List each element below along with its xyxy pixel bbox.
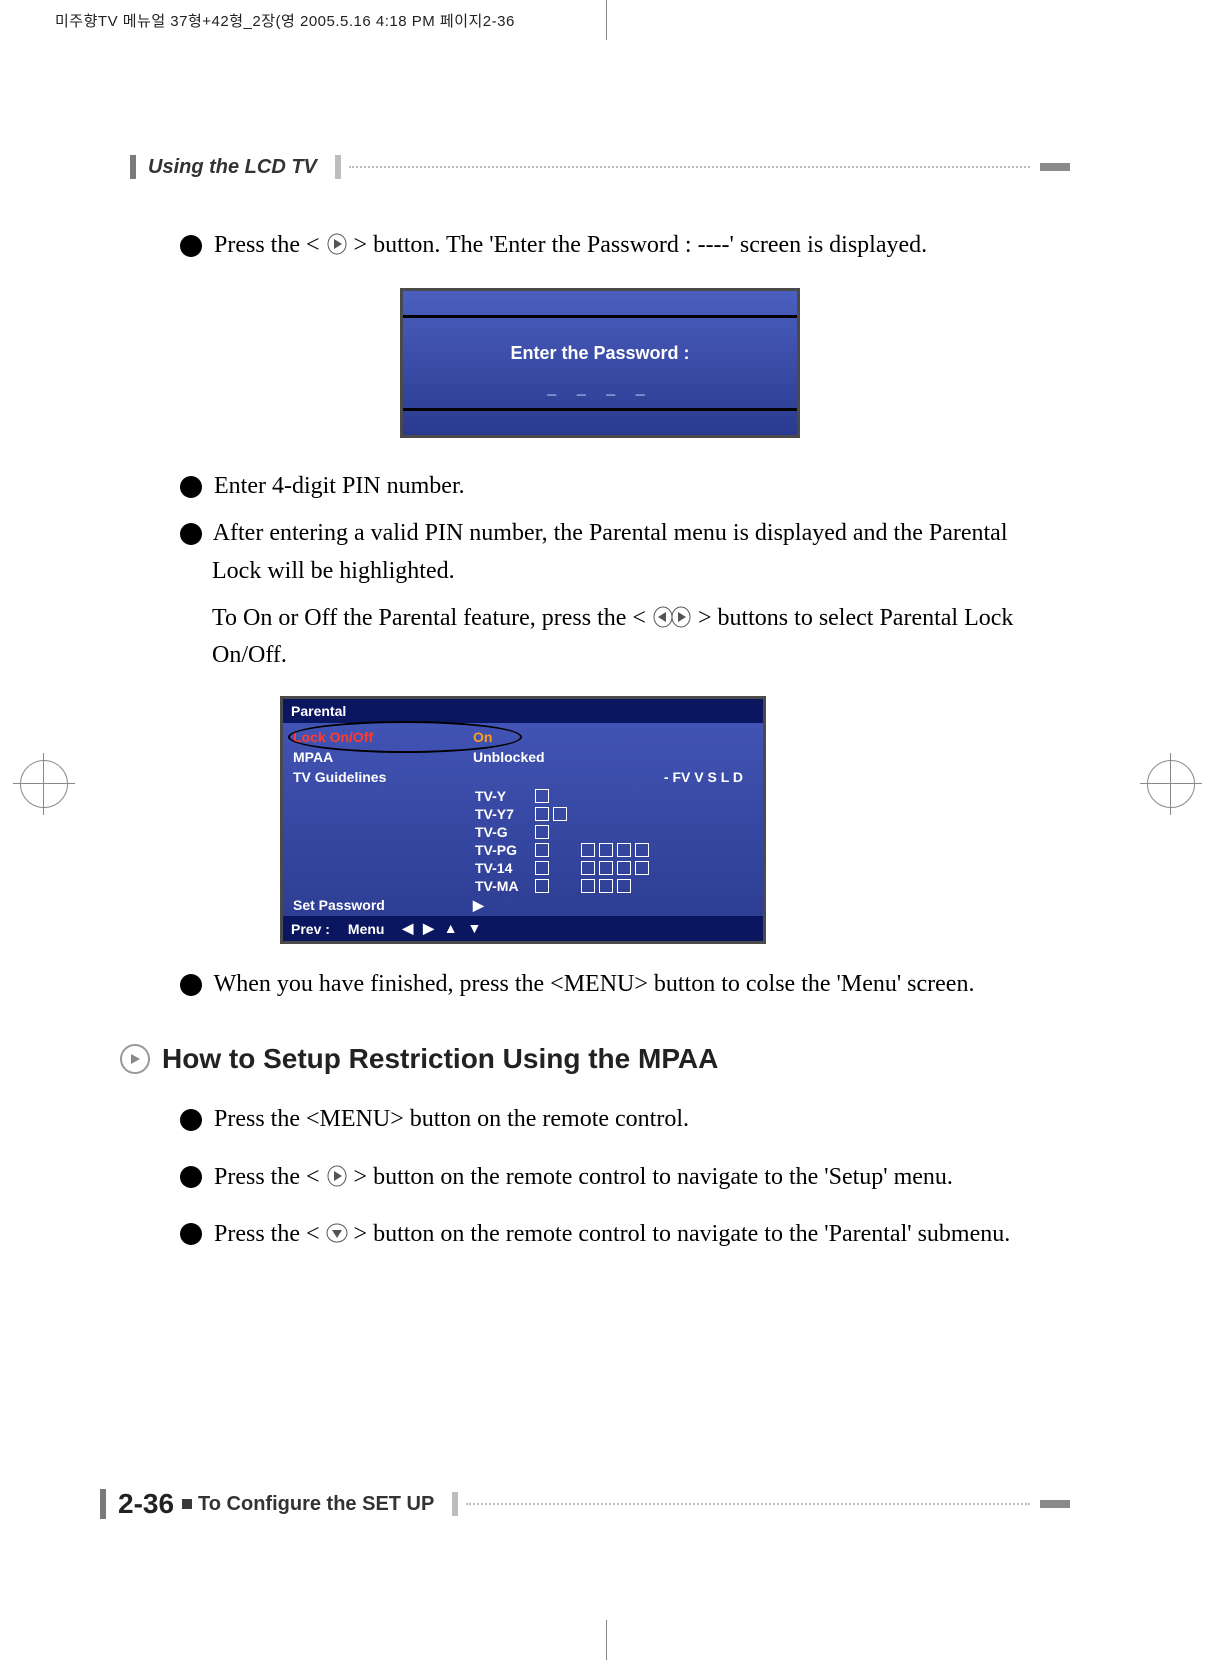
menu-row-lock: Lock On/Off On — [283, 727, 763, 747]
step-6: 6 After entering a valid PIN number, the… — [180, 515, 1040, 589]
content-area: Using the LCD TV 4 Press the < > button.… — [130, 155, 1070, 1263]
row-value: - FV V S L D — [473, 769, 753, 785]
step-bullet-1: 1 — [180, 1109, 202, 1131]
page-number: 2-36 — [118, 1488, 174, 1520]
row-label: Set Password — [293, 897, 473, 914]
row-value: On — [473, 729, 753, 745]
footer-text: To Configure the SET UP — [198, 1493, 434, 1516]
decor-bar — [1040, 1500, 1070, 1508]
decor-bar — [100, 1489, 106, 1519]
step-text: When you have finished, press the <MENU>… — [214, 971, 975, 997]
sub-bullet-icon — [120, 1044, 150, 1074]
crop-mark — [606, 0, 607, 40]
step-bullet-6: 6 — [180, 523, 202, 545]
step-bullet-5: 5 — [180, 476, 202, 498]
step-bullet-4: 4 — [180, 235, 202, 257]
row-label: Lock On/Off — [293, 729, 473, 745]
registration-mark — [20, 760, 68, 808]
decor-dots — [466, 1503, 1030, 1505]
step-text: Enter 4-digit PIN number. — [214, 473, 465, 499]
menu-row-setpw: Set Password ▶ — [283, 895, 763, 916]
step-text: > button. The 'Enter the Password : ----… — [354, 232, 928, 258]
page: 미주향TV 메뉴얼 37형+42형_2장(영 2005.5.16 4:18 PM… — [0, 0, 1215, 1660]
step-6b: To On or Off the Parental feature, press… — [180, 600, 1040, 674]
decor-bar — [130, 155, 136, 179]
tv-rating-row: TV-14 — [283, 859, 763, 877]
ch-down-icon — [326, 1222, 348, 1244]
decor-bar — [335, 155, 341, 179]
step-text: After entering a valid PIN number, the P… — [212, 520, 1008, 583]
tv-rating-label: TV-G — [475, 824, 535, 840]
decor-bar — [1040, 163, 1070, 171]
step-text: Press the < — [214, 232, 320, 258]
tv-rating-label: TV-PG — [475, 842, 535, 858]
tv-rating-row: TV-Y7 — [283, 805, 763, 823]
menu-footer: Prev : Menu ◀ ▶ ▲ ▼ — [283, 916, 763, 941]
step-bullet-2: 2 — [180, 1166, 202, 1188]
row-value: ▶ — [473, 897, 753, 914]
tv-rating-label: TV-Y — [475, 788, 535, 804]
step-bullet-7: 7 — [180, 974, 202, 996]
row-label: MPAA — [293, 749, 473, 765]
parental-menu-screen: Parental Lock On/Off On MPAA Unblocked T… — [280, 696, 766, 944]
sub-heading-title: How to Setup Restriction Using the MPAA — [162, 1043, 718, 1075]
menu-row-mpaa: MPAA Unblocked — [283, 747, 763, 767]
section-title: Using the LCD TV — [148, 156, 317, 179]
step-text: Press the < — [214, 1164, 326, 1190]
section-header: Using the LCD TV — [130, 155, 1070, 179]
vol-right-icon — [326, 233, 348, 255]
registration-mark — [1147, 760, 1195, 808]
tv-rating-label: TV-Y7 — [475, 806, 535, 822]
footer-menu: Menu — [348, 921, 385, 937]
tv-rating-row: TV-Y — [283, 787, 763, 805]
crop-mark — [606, 1620, 607, 1660]
decor-bar — [452, 1492, 458, 1516]
mpaa-step-1: 1 Press the <MENU> button on the remote … — [180, 1101, 1040, 1138]
vol-left-right-icon — [652, 606, 692, 628]
print-metadata: 미주향TV 메뉴얼 37형+42형_2장(영 2005.5.16 4:18 PM… — [55, 10, 515, 31]
menu-title: Parental — [283, 699, 763, 723]
footer-prev: Prev : — [291, 921, 330, 937]
tv-rating-row: TV-PG — [283, 841, 763, 859]
decor-dots — [349, 166, 1030, 168]
step-text: Press the < — [214, 1221, 326, 1247]
menu-row-tvg: TV Guidelines - FV V S L D — [283, 767, 763, 787]
menu-body: Lock On/Off On MPAA Unblocked TV Guideli… — [283, 723, 763, 916]
step-text: To On or Off the Parental feature, press… — [212, 605, 646, 631]
row-label: TV Guidelines — [293, 769, 473, 785]
tv-rating-row: TV-G — [283, 823, 763, 841]
password-blanks: _ _ _ _ — [403, 377, 797, 398]
step-7: 7 When you have finished, press the <MEN… — [180, 966, 1040, 1003]
tv-rating-row: TV-MA — [283, 877, 763, 895]
vol-right-icon — [326, 1165, 348, 1187]
row-value: Unblocked — [473, 749, 753, 765]
mpaa-step-3: 3 Press the < > button on the remote con… — [180, 1216, 1040, 1253]
parental-menu-wrap: Parental Lock On/Off On MPAA Unblocked T… — [280, 696, 1070, 944]
step-bullet-3: 3 — [180, 1223, 202, 1245]
tv-rating-label: TV-MA — [475, 878, 535, 894]
decor-square-icon — [182, 1499, 192, 1509]
nav-arrows-icon: ◀ ▶ ▲ ▼ — [402, 920, 484, 937]
sub-heading: How to Setup Restriction Using the MPAA — [120, 1043, 1070, 1075]
mpaa-step-2: 2 Press the < > button on the remote con… — [180, 1159, 1040, 1196]
password-label: Enter the Password : — [403, 343, 797, 364]
tv-rating-label: TV-14 — [475, 860, 535, 876]
step-text: > button on the remote control to naviga… — [354, 1221, 1011, 1247]
page-footer: 2-36 To Configure the SET UP — [100, 1488, 1070, 1520]
step-4: 4 Press the < > button. The 'Enter the P… — [180, 227, 1040, 264]
step-5: 5 Enter 4-digit PIN number. — [180, 468, 1040, 505]
step-text: Press the <MENU> button on the remote co… — [214, 1106, 689, 1132]
step-text: > button on the remote control to naviga… — [354, 1164, 953, 1190]
password-screen: Enter the Password : _ _ _ _ — [400, 288, 800, 438]
